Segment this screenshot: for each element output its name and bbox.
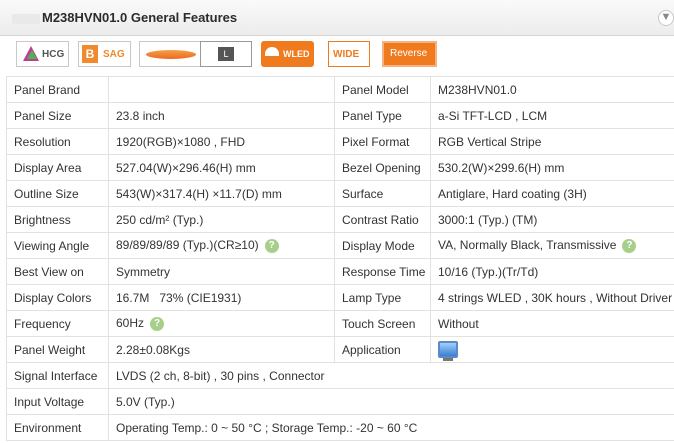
spec-label: Touch Screen — [334, 310, 431, 337]
spec-value: RGB Vertical Stripe — [430, 128, 674, 155]
spec-label: Response Time — [334, 258, 431, 285]
help-icon[interactable]: ? — [150, 316, 165, 331]
spec-value: M238HVN01.0 — [430, 76, 674, 103]
spec-value: Without — [430, 310, 674, 337]
table-row: Outline Size 543(W)×317.4(H) ×11.7(D) mm… — [6, 180, 674, 207]
spec-label: Panel Type — [334, 102, 431, 129]
spec-value: 1920(RGB)×1080 , FHD — [108, 128, 335, 155]
spec-label: Brightness — [6, 206, 109, 233]
help-icon[interactable]: ? — [264, 238, 279, 253]
badge-hcg-label: HCG — [42, 49, 65, 60]
badge-wled-label: WLED — [283, 49, 310, 59]
spec-label: Display Mode — [334, 232, 431, 259]
badge-wide: WIDE — [328, 41, 370, 67]
section-header: M238HVN01.0 General Features ▼ — [0, 0, 674, 36]
spec-label: Signal Interface — [6, 362, 109, 389]
badge-sag: B SAG — [78, 41, 131, 67]
spec-value: LVDS (2 ch, 8-bit) , 30 pins , Connector — [108, 362, 674, 389]
table-row: Viewing Angle 89/89/89/89 (Typ.)(CR≥10)?… — [6, 232, 674, 259]
spec-value: 3000:1 (Typ.) (TM) — [430, 206, 674, 233]
badge-reverse: Reverse — [382, 41, 437, 67]
spec-value: 527.04(W)×296.46(H) mm — [108, 154, 335, 181]
spec-label: Lamp Type — [334, 284, 431, 311]
spec-value: 2.28±0.08Kgs — [108, 336, 335, 363]
badge-hcg: HCG — [16, 41, 69, 67]
sag-letter-icon: B — [82, 45, 98, 63]
spec-value: 10/16 (Typ.)(Tr/Td) — [430, 258, 674, 285]
spec-label: Outline Size — [6, 180, 109, 207]
table-row: Display Area 527.04(W)×296.46(H) mm Beze… — [6, 154, 674, 181]
spec-value: 250 cd/m² (Typ.) — [108, 206, 335, 233]
spec-value: a-Si TFT-LCD , LCM — [430, 102, 674, 129]
spec-value: VA, Normally Black, Transmissive — [438, 238, 617, 253]
spec-label: Panel Weight — [6, 336, 109, 363]
spec-value: 23.8 inch — [108, 102, 335, 129]
spec-value-cell: VA, Normally Black, Transmissive? — [430, 232, 674, 259]
badge-l-label: L — [218, 47, 234, 61]
spec-label: Surface — [334, 180, 431, 207]
spec-label: Display Area — [6, 154, 109, 181]
section-title-text: M238HVN01.0 General Features — [42, 10, 238, 25]
brand-logo-icon — [12, 13, 40, 24]
spec-value: Symmetry — [108, 258, 335, 285]
table-row: Environment Operating Temp.: 0 ~ 50 °C ;… — [6, 414, 674, 441]
badge-reverse-label: Reverse — [390, 48, 428, 59]
spec-label: Environment — [6, 414, 109, 441]
spec-label: Best View on — [6, 258, 109, 285]
spec-value: 89/89/89/89 (Typ.)(CR≥10) — [116, 238, 259, 253]
table-row: Brightness 250 cd/m² (Typ.) Contrast Rat… — [6, 206, 674, 233]
monitor-icon[interactable] — [438, 341, 458, 361]
spec-table: Panel Brand Panel Model M238HVN01.0 Pane… — [6, 76, 674, 441]
section-title: M238HVN01.0 General Features — [12, 10, 237, 25]
led-icon — [265, 47, 279, 56]
badge-l: L — [200, 41, 252, 67]
spec-value: Operating Temp.: 0 ~ 50 °C ; Storage Tem… — [108, 414, 674, 441]
feature-badges: HCG B SAG L WLED WIDE Reverse — [16, 41, 666, 69]
spec-label: Pixel Format — [334, 128, 431, 155]
help-icon[interactable]: ? — [622, 238, 637, 253]
spec-value: 543(W)×317.4(H) ×11.7(D) mm — [108, 180, 335, 207]
spec-label: Panel Size — [6, 102, 109, 129]
spec-value: 5.0V (Typ.) — [108, 388, 674, 415]
spec-label: Panel Brand — [6, 76, 109, 103]
spec-value — [108, 76, 335, 103]
table-row: Input Voltage 5.0V (Typ.) — [6, 388, 674, 415]
spec-label: Resolution — [6, 128, 109, 155]
spec-label: Display Colors — [6, 284, 109, 311]
spec-value-cell: 60Hz? — [108, 310, 335, 337]
spec-value: 16.7M 73% (CIE1931) — [108, 284, 335, 311]
badge-wled: WLED — [261, 41, 314, 67]
spec-value: 4 strings WLED , 30K hours , Without Dri… — [430, 284, 674, 311]
spec-value: 530.2(W)×299.6(H) mm — [430, 154, 674, 181]
spec-value: 60Hz — [116, 316, 145, 331]
spec-value-cell: 89/89/89/89 (Typ.)(CR≥10)? — [108, 232, 335, 259]
table-row: Resolution 1920(RGB)×1080 , FHD Pixel Fo… — [6, 128, 674, 155]
wide-view-icon — [146, 50, 196, 59]
spec-label: Viewing Angle — [6, 232, 109, 259]
table-row: Panel Size 23.8 inch Panel Type a-Si TFT… — [6, 102, 674, 129]
table-row: Signal Interface LVDS (2 ch, 8-bit) , 30… — [6, 362, 674, 389]
spec-label: Contrast Ratio — [334, 206, 431, 233]
table-row: Frequency 60Hz? Touch Screen Without — [6, 310, 674, 337]
table-row: Panel Weight 2.28±0.08Kgs Application — [6, 336, 674, 363]
table-row: Best View on Symmetry Response Time 10/1… — [6, 258, 674, 285]
table-row: Panel Brand Panel Model M238HVN01.0 — [6, 76, 674, 103]
spec-label: Application — [334, 336, 431, 363]
badge-wide-label: WIDE — [333, 49, 360, 60]
spec-label: Frequency — [6, 310, 109, 337]
spec-value-cell — [430, 336, 674, 363]
badge-wide-view — [139, 41, 203, 67]
spec-label: Panel Model — [334, 76, 431, 103]
spec-value: Antiglare, Hard coating (3H) — [430, 180, 674, 207]
spec-label: Input Voltage — [6, 388, 109, 415]
badge-sag-label: SAG — [103, 49, 125, 60]
spec-label: Bezel Opening — [334, 154, 431, 181]
table-row: Display Colors 16.7M 73% (CIE1931) Lamp … — [6, 284, 674, 311]
collapse-toggle-icon[interactable]: ▼ — [658, 10, 674, 26]
